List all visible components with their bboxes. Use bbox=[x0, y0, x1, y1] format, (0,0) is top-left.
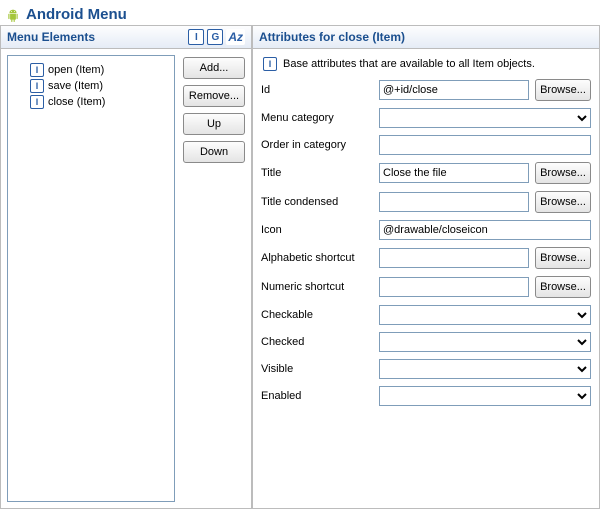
tree-buttons: Add... Remove... Up Down bbox=[175, 55, 245, 502]
attr-label: Numeric shortcut bbox=[261, 281, 373, 293]
browse-button[interactable]: Browse... bbox=[535, 162, 591, 184]
item-icon: I bbox=[30, 95, 44, 109]
attr-row-checked: Checked bbox=[261, 332, 591, 352]
visible-select[interactable] bbox=[379, 359, 591, 379]
attributes-header: Attributes for close (Item) bbox=[253, 25, 599, 49]
attr-row-checkable: Checkable bbox=[261, 305, 591, 325]
title-condensed-input[interactable] bbox=[379, 192, 529, 212]
tree-item-label: close (Item) bbox=[48, 96, 105, 108]
menu-elements-title: Menu Elements bbox=[7, 30, 95, 44]
id-input[interactable] bbox=[379, 80, 529, 100]
up-button[interactable]: Up bbox=[183, 113, 245, 135]
editor-title: Android Menu bbox=[26, 6, 127, 23]
menu-elements-body: I open (Item) I save (Item) I close (Ite… bbox=[1, 49, 251, 508]
attr-row-menu-category: Menu category bbox=[261, 108, 591, 128]
checkable-select[interactable] bbox=[379, 305, 591, 325]
attr-label: Visible bbox=[261, 363, 373, 375]
attributes-title: Attributes for close (Item) bbox=[259, 30, 405, 44]
attr-row-order: Order in category bbox=[261, 135, 591, 155]
down-button[interactable]: Down bbox=[183, 141, 245, 163]
editor-title-row: Android Menu bbox=[0, 0, 600, 25]
checked-select[interactable] bbox=[379, 332, 591, 352]
android-menu-editor: Android Menu Menu Elements I G Az I open… bbox=[0, 0, 600, 509]
android-icon bbox=[6, 8, 20, 22]
sort-az-icon[interactable]: Az bbox=[226, 29, 245, 45]
attr-label: Alphabetic shortcut bbox=[261, 252, 373, 264]
item-icon: I bbox=[263, 57, 277, 71]
filter-group-icon[interactable]: G bbox=[207, 29, 223, 45]
attr-row-title: Title Browse... bbox=[261, 162, 591, 184]
attributes-panel: Attributes for close (Item) I Base attri… bbox=[252, 25, 600, 509]
attr-label: Icon bbox=[261, 224, 373, 236]
menu-elements-tree[interactable]: I open (Item) I save (Item) I close (Ite… bbox=[7, 55, 175, 502]
alpha-shortcut-input[interactable] bbox=[379, 248, 529, 268]
tree-item-label: save (Item) bbox=[48, 80, 103, 92]
browse-button[interactable]: Browse... bbox=[535, 247, 591, 269]
num-shortcut-input[interactable] bbox=[379, 277, 529, 297]
attributes-body: I Base attributes that are available to … bbox=[253, 49, 599, 508]
browse-button[interactable]: Browse... bbox=[535, 79, 591, 101]
menu-category-select[interactable] bbox=[379, 108, 591, 128]
add-button[interactable]: Add... bbox=[183, 57, 245, 79]
main-area: Menu Elements I G Az I open (Item) I sav… bbox=[0, 25, 600, 509]
header-icons: I G Az bbox=[188, 29, 245, 45]
title-input[interactable] bbox=[379, 163, 529, 183]
attr-label: Checked bbox=[261, 336, 373, 348]
attr-row-alpha-shortcut: Alphabetic shortcut Browse... bbox=[261, 247, 591, 269]
attr-row-id: Id Browse... bbox=[261, 79, 591, 101]
attr-label: Checkable bbox=[261, 309, 373, 321]
attributes-description: I Base attributes that are available to … bbox=[261, 55, 591, 79]
menu-elements-panel: Menu Elements I G Az I open (Item) I sav… bbox=[0, 25, 252, 509]
icon-input[interactable] bbox=[379, 220, 591, 240]
attr-row-visible: Visible bbox=[261, 359, 591, 379]
enabled-select[interactable] bbox=[379, 386, 591, 406]
attr-label: Order in category bbox=[261, 139, 373, 151]
attributes-description-text: Base attributes that are available to al… bbox=[283, 57, 589, 71]
menu-elements-header: Menu Elements I G Az bbox=[1, 25, 251, 49]
item-icon: I bbox=[30, 79, 44, 93]
attr-row-icon: Icon bbox=[261, 220, 591, 240]
tree-item[interactable]: I close (Item) bbox=[12, 94, 170, 110]
browse-button[interactable]: Browse... bbox=[535, 276, 591, 298]
attr-row-enabled: Enabled bbox=[261, 386, 591, 406]
remove-button[interactable]: Remove... bbox=[183, 85, 245, 107]
attr-label: Enabled bbox=[261, 390, 373, 402]
order-input[interactable] bbox=[379, 135, 591, 155]
browse-button[interactable]: Browse... bbox=[535, 191, 591, 213]
attr-label: Title bbox=[261, 167, 373, 179]
tree-item[interactable]: I open (Item) bbox=[12, 62, 170, 78]
item-icon: I bbox=[30, 63, 44, 77]
attr-row-num-shortcut: Numeric shortcut Browse... bbox=[261, 276, 591, 298]
attr-row-title-condensed: Title condensed Browse... bbox=[261, 191, 591, 213]
attr-label: Title condensed bbox=[261, 196, 373, 208]
tree-item-label: open (Item) bbox=[48, 64, 104, 76]
attr-label: Menu category bbox=[261, 112, 373, 124]
filter-item-icon[interactable]: I bbox=[188, 29, 204, 45]
attr-label: Id bbox=[261, 84, 373, 96]
tree-item[interactable]: I save (Item) bbox=[12, 78, 170, 94]
